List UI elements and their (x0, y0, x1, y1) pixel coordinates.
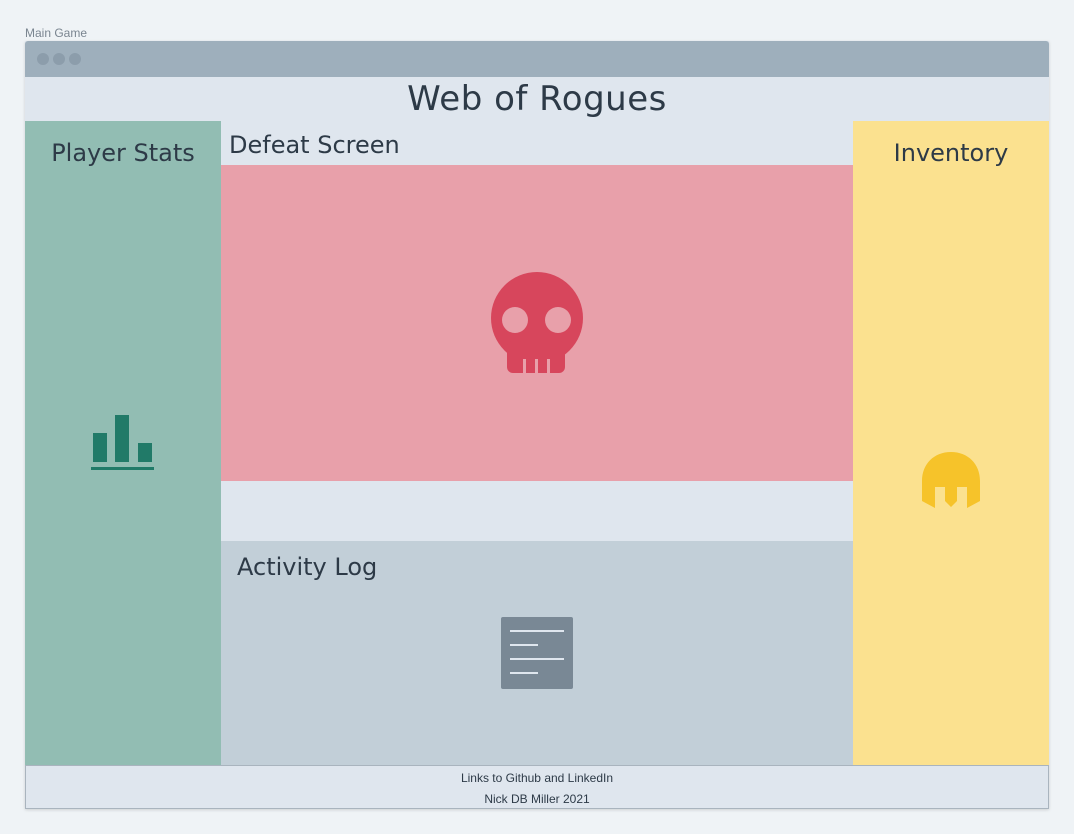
window-titlebar (25, 41, 1049, 77)
inventory-heading: Inventory (893, 139, 1009, 167)
frame-label: Main Game (25, 26, 88, 40)
window-control-dot[interactable] (37, 53, 49, 65)
player-stats-panel: Player Stats (25, 121, 221, 765)
helmet-icon (921, 451, 981, 518)
defeat-screen-heading: Defeat Screen (229, 131, 400, 159)
skull-icon (489, 271, 585, 380)
activity-log-heading: Activity Log (237, 553, 378, 581)
window-control-dot[interactable] (53, 53, 65, 65)
player-stats-heading: Player Stats (51, 139, 195, 167)
page-title: Web of Rogues (407, 79, 667, 119)
inventory-panel: Inventory (853, 121, 1049, 765)
footer-links[interactable]: Links to Github and LinkedIn (26, 766, 1048, 787)
footer-credit: Nick DB Miller 2021 (484, 792, 590, 806)
document-icon (500, 616, 574, 695)
app-window: Web of Rogues Player Stats Defeat Screen (25, 41, 1049, 809)
footer: Links to Github and LinkedIn Nick DB Mil… (25, 765, 1049, 809)
activity-log-panel: Activity Log (221, 541, 853, 765)
bar-chart-icon (91, 413, 155, 476)
window-control-dot[interactable] (69, 53, 81, 65)
defeat-screen-area (221, 165, 853, 481)
